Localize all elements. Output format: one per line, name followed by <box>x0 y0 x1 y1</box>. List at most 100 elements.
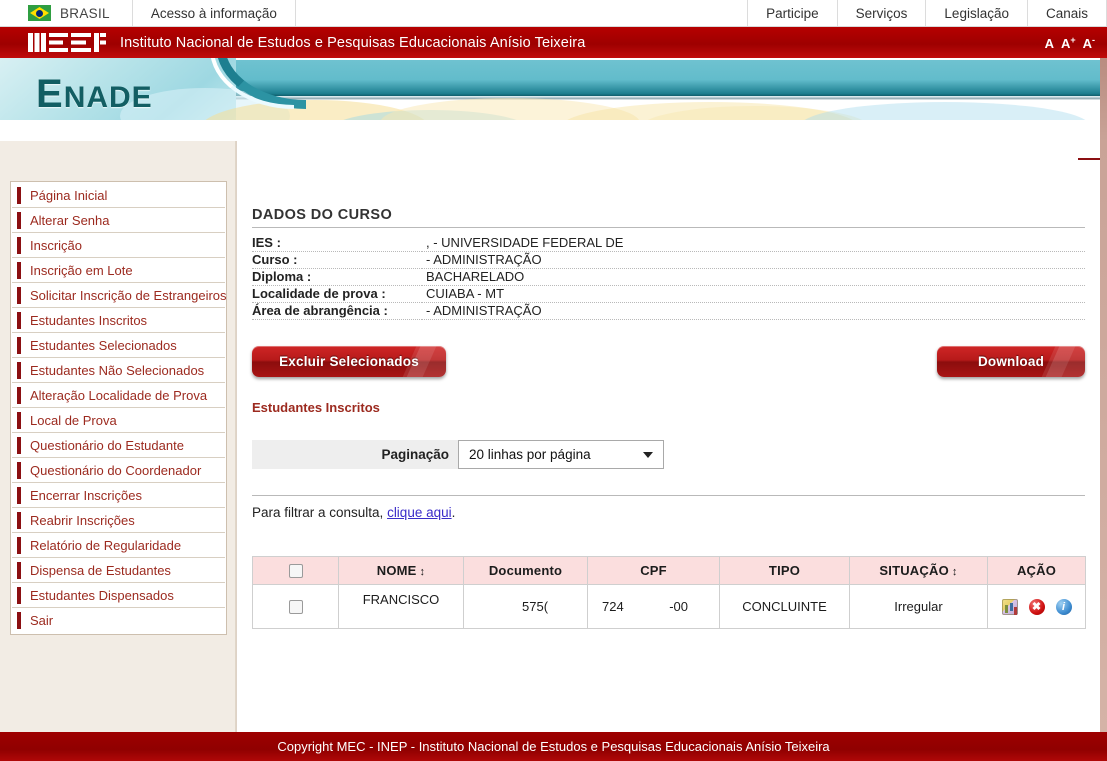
sidebar-item-inscricao-em-lote[interactable]: Inscrição em Lote <box>12 258 225 283</box>
students-table: NOME ↕ Documento CPF TIPO SITUAÇÃO ↕ AÇÃO … <box>252 556 1086 629</box>
course-field-label: Área de abrangência : <box>252 302 422 320</box>
gov-menu-canais[interactable]: Canais <box>1026 0 1107 26</box>
filter-link[interactable]: clique aqui <box>387 505 452 520</box>
sidebar-item-label: Página Inicial <box>30 187 108 203</box>
row-checkbox[interactable] <box>288 600 303 615</box>
sidebar-item-label: Inscrição em Lote <box>30 262 133 278</box>
sort-arrow-icon: ↕ <box>951 566 958 578</box>
select-all-checkbox[interactable] <box>288 564 303 579</box>
sidebar-menu: Página Inicial Alterar Senha Inscrição I… <box>10 181 227 635</box>
sidebar-item-questionario-estudante[interactable]: Questionário do Estudante <box>12 433 225 458</box>
brasil-link[interactable]: BRASIL <box>0 0 133 26</box>
table-header-situacao[interactable]: SITUAÇÃO ↕ <box>849 556 988 585</box>
sidebar-item-label: Estudantes Selecionados <box>30 337 177 353</box>
table-header-nome[interactable]: NOME ↕ <box>338 556 464 585</box>
sidebar-item-sair[interactable]: Sair <box>12 608 225 633</box>
table-row: FRANCISCO 575( 724 -00 CONCLUINTE Irregu… <box>252 584 1086 629</box>
sidebar-item-estudantes-inscritos[interactable]: Estudantes Inscritos <box>12 308 225 333</box>
gov-menu-legislacao[interactable]: Legislação <box>925 0 1027 26</box>
sidebar-item-estudantes-nao-selecionados[interactable]: Estudantes Não Selecionados <box>12 358 225 383</box>
banner-right-edge <box>1100 58 1107 141</box>
sidebar-item-label: Alterar Senha <box>30 212 110 228</box>
cell-tipo: CONCLUINTE <box>719 584 850 629</box>
gov-right-menu: Participe Serviços Legislação Canais <box>747 0 1107 26</box>
page-root: BRASIL Acesso à informação Participe Ser… <box>0 0 1107 761</box>
table-header-label: SITUAÇÃO <box>879 563 949 578</box>
sidebar-item-label: Dispensa de Estudantes <box>30 562 171 578</box>
sidebar-item-encerrar-inscricoes[interactable]: Encerrar Inscrições <box>12 483 225 508</box>
sidebar-item-local-de-prova[interactable]: Local de Prova <box>12 408 225 433</box>
sidebar-item-alteracao-localidade-prova[interactable]: Alteração Localidade de Prova <box>12 383 225 408</box>
row-actions: ✖ i <box>989 598 1084 615</box>
enade-banner: ENADE <box>0 58 1107 141</box>
sidebar-item-label: Relatório de Regularidade <box>30 537 182 553</box>
excluir-selecionados-button[interactable]: Excluir Selecionados <box>252 346 446 377</box>
course-field-value: BACHARELADO <box>422 268 1085 286</box>
sidebar-item-questionario-coordenador[interactable]: Questionário do Coordenador <box>12 458 225 483</box>
info-icon[interactable]: i <box>1055 598 1072 615</box>
download-button[interactable]: Download <box>937 346 1085 377</box>
course-field-label: Curso : <box>252 251 422 269</box>
sidebar-item-alterar-senha[interactable]: Alterar Senha <box>12 208 225 233</box>
pagination-select[interactable]: 20 linhas por página <box>458 440 664 469</box>
font-size-increase-button[interactable]: A+ <box>1061 34 1076 50</box>
course-field-value: , - UNIVERSIDADE FEDERAL DE <box>422 235 1085 252</box>
sidebar-item-pagina-inicial[interactable]: Página Inicial <box>12 183 225 208</box>
row-select-cell <box>252 584 339 629</box>
filter-hint: Para filtrar a consulta, clique aqui. <box>252 505 1092 520</box>
delete-icon[interactable]: ✖ <box>1028 598 1045 615</box>
cell-nome: FRANCISCO <box>338 584 464 629</box>
sidebar-item-relatorio-regularidade[interactable]: Relatório de Regularidade <box>12 533 225 558</box>
table-header-tipo: TIPO <box>719 556 850 585</box>
cell-cpf: 724 -00 <box>587 584 720 629</box>
gov-menu-servicos[interactable]: Serviços <box>836 0 926 26</box>
course-info-row: Diploma : BACHARELADO <box>252 268 1085 286</box>
sidebar-item-estudantes-dispensados[interactable]: Estudantes Dispensados <box>12 583 225 608</box>
sidebar-item-inscricao[interactable]: Inscrição <box>12 233 225 258</box>
sidebar-item-label: Alteração Localidade de Prova <box>30 387 208 403</box>
inep-header-bar: Instituto Nacional de Estudos e Pesquisa… <box>0 27 1107 58</box>
course-field-label: Diploma : <box>252 268 422 286</box>
page-footer: Copyright MEC - INEP - Instituto Naciona… <box>0 732 1107 761</box>
table-header-label: CPF <box>640 563 667 578</box>
banner-bottom-mask <box>0 120 1107 141</box>
sidebar-item-label: Estudantes Inscritos <box>30 312 148 328</box>
table-header-row: NOME ↕ Documento CPF TIPO SITUAÇÃO ↕ AÇÃO <box>252 556 1086 585</box>
course-field-value: - ADMINISTRAÇÃO <box>422 251 1085 269</box>
sidebar-item-label: Estudantes Dispensados <box>30 587 174 603</box>
acesso-informacao-link[interactable]: Acesso à informação <box>133 0 296 26</box>
sidebar-item-label: Encerrar Inscrições <box>30 487 142 503</box>
sidebar-item-reabrir-inscricoes[interactable]: Reabrir Inscrições <box>12 508 225 533</box>
gov-top-bar: BRASIL Acesso à informação Participe Ser… <box>0 0 1107 27</box>
table-header-label: AÇÃO <box>1016 563 1057 578</box>
report-icon[interactable] <box>1001 598 1018 615</box>
pagination-label: Paginação <box>381 447 449 462</box>
content-divider <box>236 141 237 732</box>
main-content: DADOS DO CURSO IES : , - UNIVERSIDADE FE… <box>252 141 1092 629</box>
font-size-decrease-button[interactable]: A- <box>1083 34 1095 50</box>
filter-hint-suffix: . <box>451 505 456 520</box>
sidebar-item-label: Reabrir Inscrições <box>30 512 135 528</box>
course-field-label: IES : <box>252 235 422 252</box>
font-size-normal-button[interactable]: A <box>1045 36 1054 51</box>
sidebar-item-estudantes-selecionados[interactable]: Estudantes Selecionados <box>12 333 225 358</box>
inep-logo-icon[interactable] <box>28 33 106 52</box>
pagination-selected-value: 20 linhas por página <box>469 447 591 462</box>
sidebar-item-solicitar-inscricao-estrangeiros[interactable]: Solicitar Inscrição de Estrangeiros <box>12 283 227 308</box>
gov-left-group: BRASIL Acesso à informação <box>0 0 296 26</box>
sidebar-item-dispensa-estudantes[interactable]: Dispensa de Estudantes <box>12 558 225 583</box>
course-field-value: CUIABA - MT <box>422 285 1085 303</box>
chevron-down-icon <box>643 451 653 458</box>
course-info-row: IES : , - UNIVERSIDADE FEDERAL DE <box>252 235 1085 252</box>
course-info-table: IES : , - UNIVERSIDADE FEDERAL DE Curso … <box>252 235 1085 320</box>
table-header-acao: AÇÃO <box>987 556 1086 585</box>
sidebar-item-label: Solicitar Inscrição de Estrangeiros <box>30 287 227 303</box>
sort-arrow-icon: ↕ <box>419 566 426 578</box>
course-field-label: Localidade de prova : <box>252 285 422 303</box>
cell-acao: ✖ i <box>987 584 1086 629</box>
gov-menu-participe[interactable]: Participe <box>747 0 837 26</box>
cell-documento: 575( <box>463 584 588 629</box>
cell-situacao: Irregular <box>849 584 988 629</box>
table-header-label: Documento <box>488 563 563 578</box>
filter-hint-prefix: Para filtrar a consulta, <box>252 505 388 520</box>
